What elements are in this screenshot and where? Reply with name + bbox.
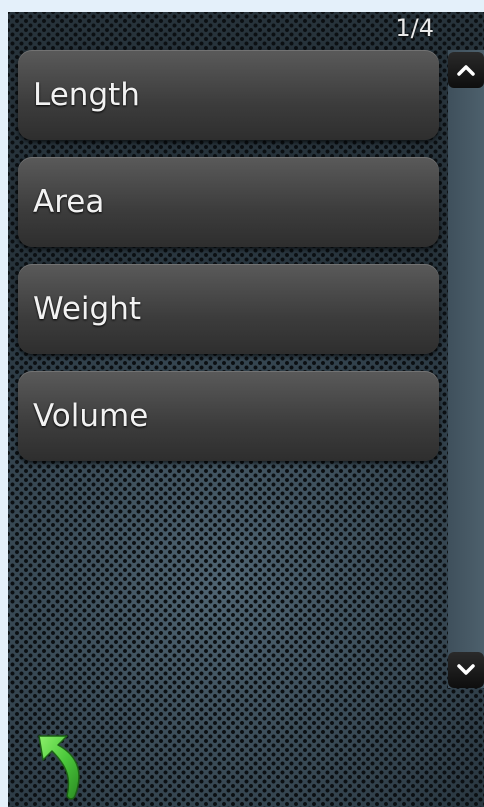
menu-item-area[interactable]: Area xyxy=(18,157,439,247)
menu-item-weight[interactable]: Weight xyxy=(18,264,439,354)
chevron-up-icon xyxy=(457,65,475,76)
back-button[interactable] xyxy=(33,730,97,802)
page-indicator: 1/4 xyxy=(395,14,434,42)
menu-item-length[interactable]: Length xyxy=(18,50,439,140)
chevron-down-icon xyxy=(457,664,475,675)
menu-item-label: Length xyxy=(33,77,140,113)
scroll-down-button[interactable] xyxy=(448,652,484,688)
scrollbar[interactable] xyxy=(448,50,484,688)
unit-category-list: Length Area Weight Volume xyxy=(18,50,439,478)
menu-item-volume[interactable]: Volume xyxy=(18,371,439,461)
scroll-up-button[interactable] xyxy=(448,52,484,88)
back-arrow-icon xyxy=(38,735,80,800)
menu-item-label: Weight xyxy=(33,291,142,327)
menu-item-label: Volume xyxy=(33,398,149,434)
converter-screen: 1/4 Length Area Weight Volume xyxy=(8,12,484,807)
menu-item-label: Area xyxy=(33,184,105,220)
